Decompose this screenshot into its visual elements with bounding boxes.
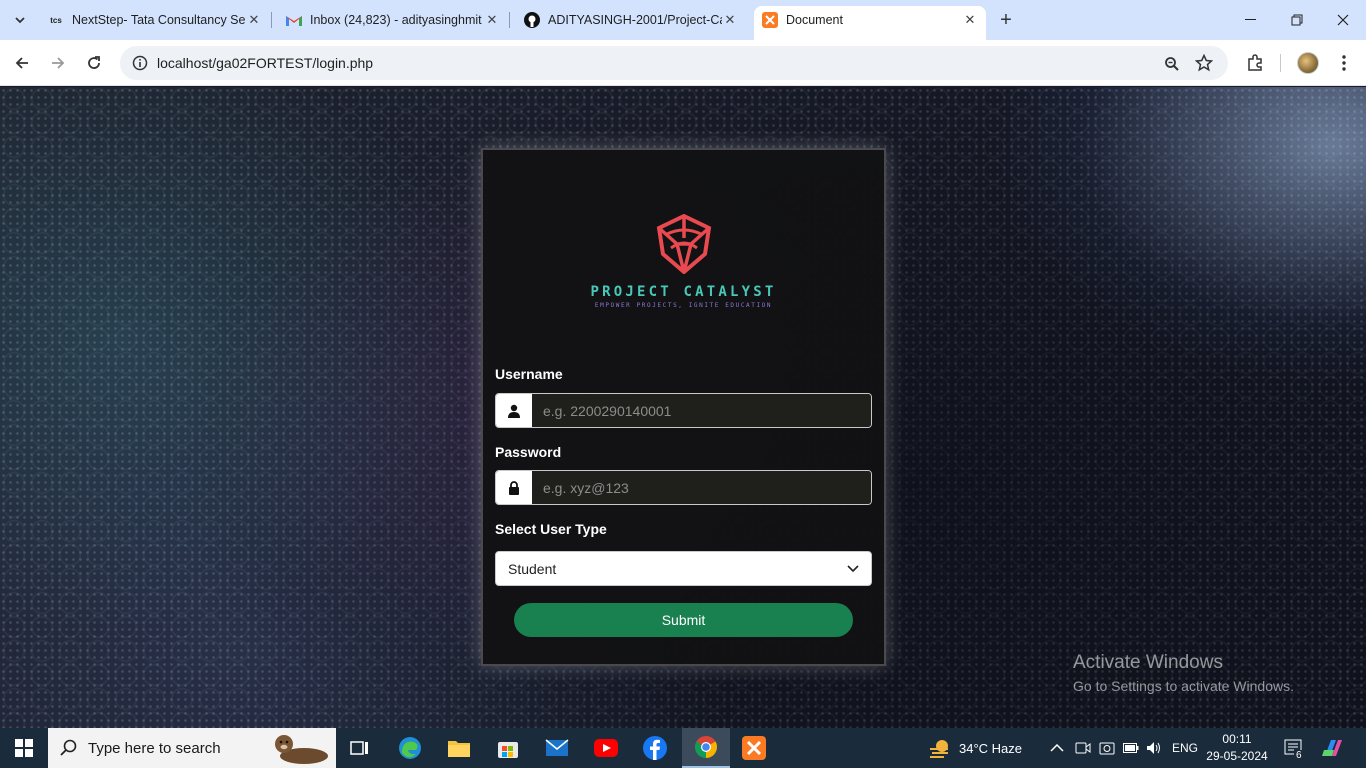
restore-button[interactable] (1274, 0, 1320, 40)
close-icon[interactable]: ✕ (962, 12, 978, 28)
windows-logo-icon (15, 739, 33, 757)
catalyst-shield-icon (656, 214, 711, 274)
tab-search-button[interactable] (8, 8, 32, 32)
browser-toolbar: localhost/ga02FORTEST/login.php (0, 40, 1366, 86)
meet-now-icon[interactable] (1075, 728, 1091, 768)
tab-gmail[interactable]: Inbox (24,823) - adityasinghmit ✕ (278, 6, 508, 34)
login-card: PROJECT CATALYST EMPOWER PROJECTS, IGNIT… (481, 148, 886, 666)
tab-title: Inbox (24,823) - adityasinghmit (310, 13, 482, 27)
edge-icon[interactable] (386, 728, 434, 768)
reload-button[interactable] (80, 49, 108, 77)
back-button[interactable] (8, 49, 36, 77)
extensions-icon[interactable] (1243, 51, 1267, 75)
weather-text: 34°C Haze (959, 740, 1023, 756)
user-icon (496, 394, 532, 427)
capture-icon[interactable] (1099, 728, 1115, 768)
start-button[interactable] (0, 728, 48, 768)
browser-tab-strip: tcs NextStep- Tata Consultancy Ser ✕ Inb… (0, 0, 1366, 40)
watermark-subtitle: Go to Settings to activate Windows. (1073, 678, 1294, 694)
arrow-right-icon (52, 57, 65, 69)
microsoft-store-icon[interactable] (484, 728, 532, 768)
minimize-button[interactable] (1228, 0, 1274, 40)
arrow-left-icon (15, 57, 28, 69)
profile-avatar[interactable] (1297, 52, 1319, 74)
close-window-button[interactable] (1320, 0, 1366, 40)
lock-icon (496, 471, 532, 504)
activate-windows-watermark: Activate Windows Go to Settings to activ… (1073, 652, 1294, 694)
username-label: Username (495, 366, 563, 382)
url-text: localhost/ga02FORTEST/login.php (157, 55, 374, 71)
more-menu-icon[interactable] (1332, 51, 1356, 75)
reload-icon (88, 56, 100, 69)
username-input[interactable] (532, 394, 871, 427)
zoom-icon[interactable] (1162, 54, 1182, 74)
language-indicator[interactable]: ENG (1172, 728, 1198, 768)
chevron-up-icon (1050, 744, 1064, 752)
user-type-value: Student (508, 560, 557, 577)
password-group (495, 470, 872, 505)
chevron-down-icon (847, 564, 859, 572)
gmail-icon (286, 12, 302, 28)
chrome-icon[interactable] (682, 728, 730, 768)
task-view-icon[interactable] (336, 728, 384, 768)
facebook-icon[interactable] (631, 728, 679, 768)
info-icon[interactable] (124, 55, 156, 71)
username-group (495, 393, 872, 428)
forward-button[interactable] (44, 49, 72, 77)
tab-document[interactable]: Document ✕ (754, 6, 986, 40)
new-tab-button[interactable]: + (994, 8, 1018, 32)
mail-icon[interactable] (533, 728, 581, 768)
brand-name: PROJECT CATALYST (590, 284, 777, 300)
close-icon[interactable]: ✕ (246, 12, 262, 28)
tab-title: Document (786, 13, 843, 27)
taskbar-search-placeholder: Type here to search (88, 739, 221, 757)
clock[interactable]: 00:11 29-05-2024 (1204, 731, 1270, 765)
file-explorer-icon[interactable] (435, 728, 483, 768)
user-type-select[interactable]: Student (495, 551, 872, 586)
submit-button[interactable]: Submit (514, 603, 853, 637)
xampp-icon (762, 12, 778, 28)
xampp-taskbar-icon[interactable] (730, 728, 778, 768)
bookmark-star-icon[interactable] (1194, 53, 1214, 73)
close-icon[interactable]: ✕ (484, 12, 500, 28)
notification-count: 6 (1294, 750, 1304, 761)
close-icon[interactable]: ✕ (722, 12, 738, 28)
clock-date: 29-05-2024 (1206, 749, 1268, 763)
battery-icon[interactable] (1123, 728, 1139, 768)
watermark-title: Activate Windows (1073, 652, 1223, 673)
notifications-button[interactable]: 6 (1284, 728, 1304, 768)
youtube-icon[interactable] (582, 728, 630, 768)
clock-time: 00:11 (1222, 732, 1252, 746)
volume-icon[interactable] (1146, 728, 1162, 768)
show-hidden-icons[interactable] (1050, 728, 1064, 768)
tab-title: ADITYASINGH-2001/Project-Ca (548, 13, 722, 27)
copilot-icon[interactable] (1322, 728, 1344, 768)
password-input[interactable] (532, 471, 871, 504)
windows-taskbar: Type here to search 34°C Haze ENG 00:11 … (0, 728, 1366, 768)
weather-widget[interactable]: 34°C Haze (928, 728, 1022, 768)
chevron-down-icon (15, 17, 25, 24)
address-bar[interactable]: localhost/ga02FORTEST/login.php (120, 46, 1228, 80)
page-viewport: PROJECT CATALYST EMPOWER PROJECTS, IGNIT… (0, 87, 1366, 728)
password-label: Password (495, 444, 562, 460)
tcs-icon: tcs (50, 15, 62, 25)
search-icon (60, 739, 77, 756)
project-catalyst-logo: PROJECT CATALYST EMPOWER PROJECTS, IGNIT… (483, 214, 884, 309)
user-type-label: Select User Type (495, 521, 607, 537)
haze-icon (930, 740, 948, 758)
tab-github[interactable]: ADITYASINGH-2001/Project-Ca ✕ (516, 6, 746, 34)
github-icon (524, 12, 540, 28)
taskbar-search[interactable]: Type here to search (48, 728, 336, 768)
otter-illustration-icon (275, 735, 328, 764)
tab-title: NextStep- Tata Consultancy Ser (72, 13, 246, 27)
tab-tcs[interactable]: tcs NextStep- Tata Consultancy Ser ✕ (40, 6, 270, 34)
brand-tagline: EMPOWER PROJECTS, IGNITE EDUCATION (594, 302, 773, 309)
